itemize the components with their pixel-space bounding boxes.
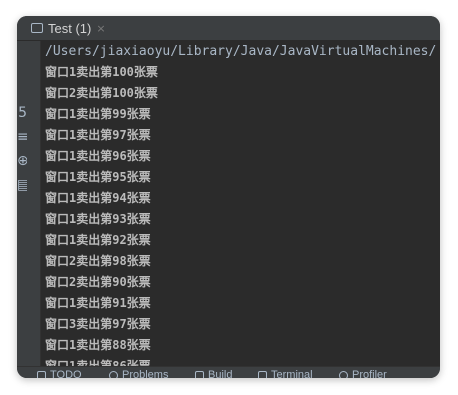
- console-line: 窗口1卖出第95张票: [45, 170, 151, 184]
- todo-label: TODO: [50, 369, 82, 378]
- tab-label: Test (1): [48, 20, 92, 36]
- hammer-icon: [195, 370, 204, 378]
- build-label: Build: [208, 369, 233, 378]
- console-toolbar-gutter: 5 ≡ ⊕ ▤: [17, 41, 41, 366]
- console-line: 窗口3卖出第97张票: [45, 317, 151, 331]
- terminal-icon: [258, 370, 267, 378]
- todo-icon: [37, 370, 46, 378]
- terminal-tab[interactable]: Terminal: [258, 369, 313, 378]
- problems-icon: [109, 370, 118, 378]
- console-line: 窗口1卖出第92张票: [45, 233, 151, 247]
- scroll-to-end-icon[interactable]: ≡: [17, 129, 27, 145]
- profiler-tab[interactable]: Profiler: [339, 369, 387, 378]
- profiler-icon: [339, 370, 348, 378]
- console-output[interactable]: /Users/jiaxiaoyu/Library/Java/JavaVirtua…: [41, 41, 440, 366]
- problems-label: Problems: [122, 369, 169, 378]
- terminal-label: Terminal: [271, 369, 313, 378]
- console-line: 窗口1卖出第100张票: [45, 65, 158, 79]
- bottom-tool-bar: TODO Problems Build Terminal Profiler: [17, 366, 440, 378]
- console-line: 窗口2卖出第98张票: [45, 254, 151, 268]
- console-line: 窗口1卖出第93张票: [45, 212, 151, 226]
- todo-tab[interactable]: TODO: [37, 369, 82, 378]
- run-tab-bar: Test (1) ×: [17, 16, 440, 41]
- clear-console-icon[interactable]: ▤: [17, 177, 27, 193]
- run-tool-window: Test (1) × 5 ≡ ⊕ ▤ /Users/jiaxiaoyu/Libr…: [17, 16, 440, 378]
- console-line: 窗口1卖出第86张票: [45, 359, 151, 366]
- tab-test-1[interactable]: Test (1) ×: [27, 16, 110, 40]
- console-line: 窗口2卖出第90张票: [45, 275, 151, 289]
- close-icon[interactable]: ×: [96, 22, 105, 35]
- console-line: 窗口1卖出第97张票: [45, 128, 151, 142]
- soft-wrap-icon[interactable]: 5: [17, 105, 27, 121]
- print-icon[interactable]: ⊕: [17, 153, 27, 169]
- console-line: 窗口1卖出第91张票: [45, 296, 151, 310]
- console-icon: [31, 23, 43, 33]
- console-line: 窗口1卖出第88张票: [45, 338, 151, 352]
- java-command-line: /Users/jiaxiaoyu/Library/Java/JavaVirtua…: [45, 44, 437, 59]
- problems-tab[interactable]: Problems: [109, 369, 168, 378]
- console-line: 窗口1卖出第96张票: [45, 149, 151, 163]
- profiler-label: Profiler: [352, 369, 387, 378]
- build-tab[interactable]: Build: [195, 369, 232, 378]
- console-line: 窗口1卖出第99张票: [45, 107, 151, 121]
- console-line: 窗口2卖出第100张票: [45, 86, 158, 100]
- console-line: 窗口1卖出第94张票: [45, 191, 151, 205]
